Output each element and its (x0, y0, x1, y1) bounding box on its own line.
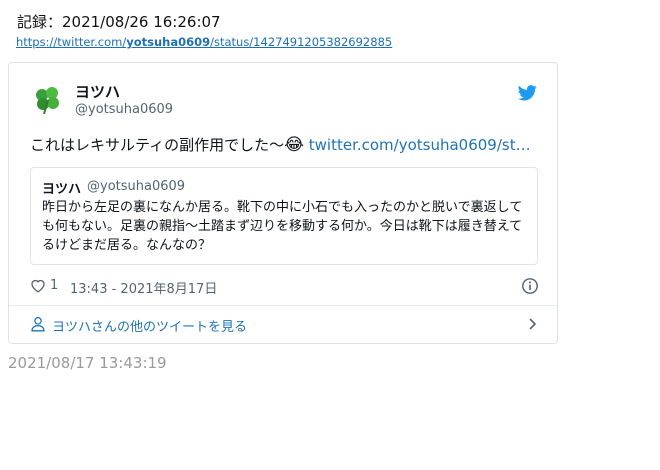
url-user: yotsuha0609 (126, 35, 211, 49)
quoted-tweet[interactable]: ヨツハ @yotsuha0609 昨日から左足の裏になんか居る。靴下の中に小石で… (30, 167, 538, 265)
like-count: 1 (50, 278, 59, 293)
saved-timestamp: 2021/08/17 13:43:19 (8, 354, 167, 372)
tweet-source-link[interactable]: https://twitter.com/yotsuha0609/status/1… (16, 35, 392, 49)
tweet-meta-row: 1 13:43 - 2021年8月17日 (30, 277, 539, 297)
tweet-link[interactable]: twitter.com/yotsuha0609/st… (309, 136, 531, 154)
card-divider (9, 305, 557, 306)
clover-avatar[interactable] (31, 83, 65, 117)
heart-icon[interactable] (30, 278, 46, 293)
info-icon[interactable] (521, 277, 539, 295)
person-icon (31, 316, 45, 332)
tears-of-joy-emoji: 😂 (284, 135, 304, 155)
twitter-bird-icon[interactable] (518, 85, 537, 101)
chevron-right-icon (529, 318, 537, 330)
quoted-display-name: ヨツハ (42, 182, 82, 197)
more-tweets-label: ヨツハさんの他のツイートを見る (52, 320, 248, 335)
author-handle[interactable]: @yotsuha0609 (75, 102, 173, 117)
author-display-name[interactable]: ヨツハ (75, 81, 120, 102)
tweet-body: これはレキサルティの副作用でした〜😂 twitter.com/yotsuha06… (30, 134, 540, 155)
embedded-tweet-card: ヨツハ @yotsuha0609 これはレキサルティの副作用でした〜😂 twit… (8, 62, 558, 344)
quoted-handle: @yotsuha0609 (87, 179, 186, 194)
url-prefix: https://twitter.com/ (16, 35, 127, 49)
url-suffix: /status/1427491205382692885 (210, 35, 393, 49)
tweet-text: これはレキサルティの副作用でした〜 (30, 136, 285, 154)
record-timestamp: 記録：2021/08/26 16:26:07 (17, 13, 221, 31)
quoted-text: 昨日から左足の裏になんか居る。靴下の中に小石でも入ったのかと脱いで裏返しても何も… (42, 200, 523, 253)
more-tweets-link[interactable]: ヨツハさんの他のツイートを見る (30, 314, 539, 335)
tweet-timestamp[interactable]: 13:43 - 2021年8月17日 (70, 278, 217, 297)
